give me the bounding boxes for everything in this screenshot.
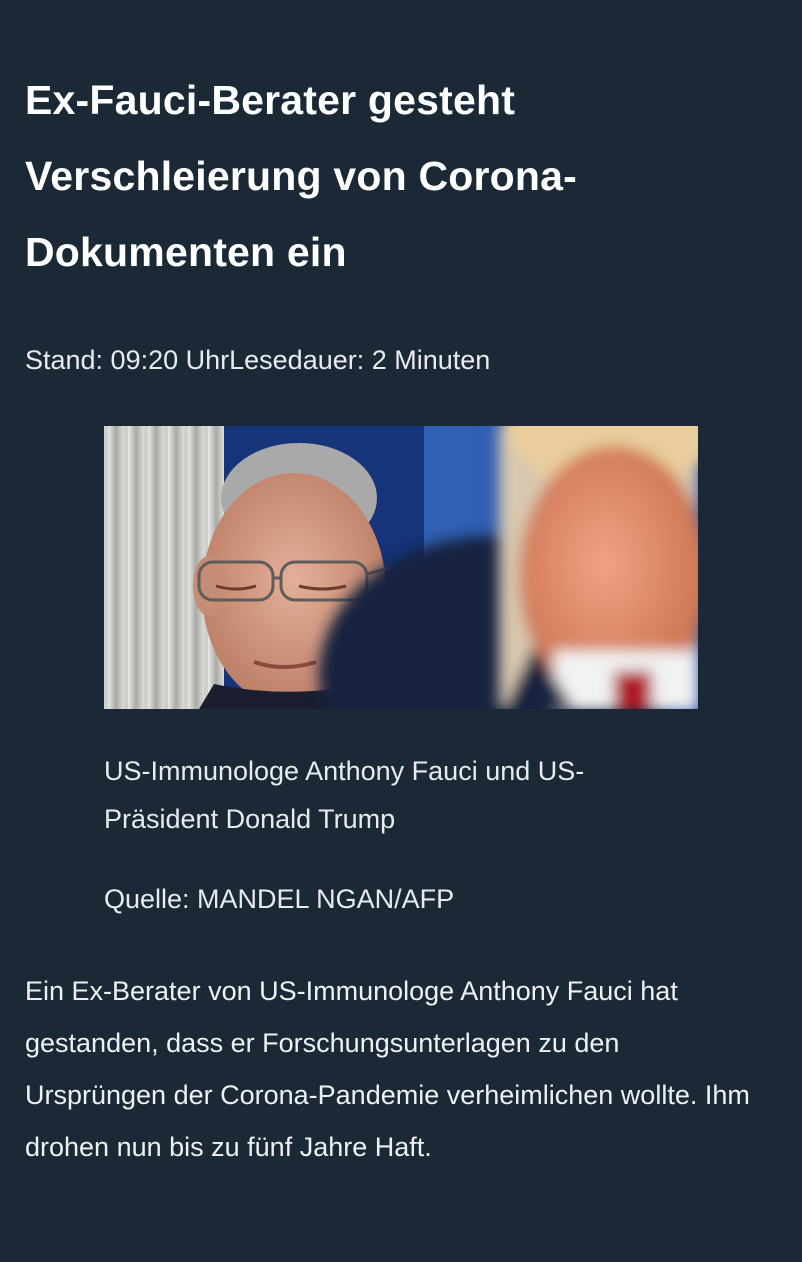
article-headline: Ex-Fauci-Berater gesteht Verschleierung … [25, 77, 577, 275]
photo-caption: US-Immunologe Anthony Fauci und US-Präsi… [104, 756, 585, 834]
article-figure: US-Immunologe Anthony Fauci und US-Präsi… [104, 426, 698, 923]
photo-credit: Quelle: MANDEL NGAN/AFP [104, 884, 455, 914]
article: Ex-Fauci-Berater gesteht Verschleierung … [0, 62, 802, 1262]
photo-illustration [104, 426, 698, 709]
article-lead: Ein Ex-Berater von US-Immunologe Anthony… [25, 976, 750, 1162]
article-photo[interactable] [104, 426, 698, 709]
person-right-graphic [499, 426, 698, 709]
article-meta: Stand: 09:20 UhrLesedauer: 2 Minuten [25, 345, 491, 375]
